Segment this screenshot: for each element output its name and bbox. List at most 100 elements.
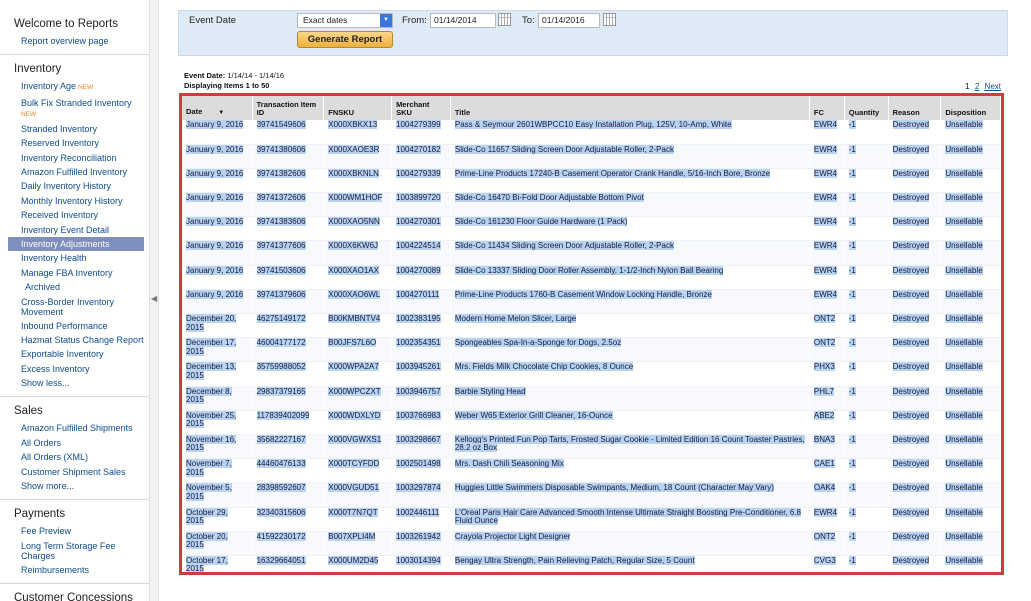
table-row[interactable]: January 9, 2016 39741377606 X000X6KW6J 1004… — [182, 240, 1001, 266]
sidebar-item-manage-fba-inventory[interactable]: Manage FBA Inventory — [14, 266, 150, 280]
sidebar-item-inventory-health[interactable]: Inventory Health — [14, 251, 150, 265]
table-row[interactable]: December 17, 2015 46004177172 B00JFS7L6O 10… — [182, 337, 1001, 363]
cell-merchant-sku: 1002446111 — [391, 507, 451, 532]
cell-fc: EWR4 — [809, 192, 845, 218]
sidebar-item-inventory-adjustments[interactable]: Inventory Adjustments — [8, 237, 144, 252]
sidebar-item-excess-inventory[interactable]: Excess Inventory — [14, 362, 150, 376]
cell-title: Modern Home Melon Slicer, Large — [450, 313, 810, 339]
chevron-left-icon[interactable]: ◀ — [151, 294, 157, 303]
chevron-down-icon[interactable]: ▼ — [380, 14, 392, 27]
sidebar-item-archived[interactable]: Archived — [14, 280, 150, 294]
column-header-title[interactable]: Title — [450, 96, 810, 120]
cell-quantity: -1 — [844, 192, 889, 218]
cell-reason: Destroyed — [888, 144, 942, 169]
sidebar-item-inventory-reconciliation[interactable]: Inventory Reconciliation — [14, 151, 150, 165]
cell-date: January 9, 2016 — [182, 192, 253, 218]
event-date-label: Event Date — [189, 15, 236, 26]
cell-reason: Destroyed — [888, 361, 942, 387]
cell-disposition: Unsellable — [940, 313, 1001, 339]
column-header-disposition[interactable]: Disposition — [940, 96, 1001, 120]
table-row[interactable]: November 16, 2015 35682227167 X000VGWXS1 10… — [182, 434, 1001, 460]
table-row[interactable]: January 9, 2016 39741503606 X000XAO1AX 1004… — [182, 265, 1001, 290]
table-row[interactable]: December 8, 2015 29837379165 X000WPCZXT 100… — [182, 386, 1001, 411]
table-row[interactable]: December 13, 2015 35759988052 X000WPA2A7 10… — [182, 361, 1001, 387]
sidebar-section-concessions: Customer Concessions — [0, 584, 150, 601]
sidebar-item-reimbursements[interactable]: Reimbursements — [14, 563, 150, 577]
sidebar-item-cross-border-movement[interactable]: Cross-Border Inventory Movement — [14, 297, 150, 317]
next-page-link[interactable]: Next — [985, 82, 1001, 91]
table-row[interactable]: January 9, 2016 39741372606 X000WM1HOF 1003… — [182, 192, 1001, 218]
sidebar-item-stranded-inventory[interactable]: Stranded Inventory — [14, 122, 150, 136]
sidebar-item-exportable-inventory[interactable]: Exportable Inventory — [14, 347, 150, 361]
cell-transaction-item-id: 39741383606 — [252, 216, 325, 242]
sidebar-item-bulk-fix-stranded[interactable]: Bulk Fix Stranded Inventory NEW — [14, 98, 150, 120]
cell-reason: Destroyed — [888, 482, 942, 508]
event-date-select[interactable]: Exact dates ▼ — [297, 13, 393, 28]
sidebar-item-hazmat-status[interactable]: Hazmat Status Change Report — [14, 335, 150, 345]
calendar-icon[interactable] — [498, 13, 511, 26]
table-row[interactable]: November 25, 2015 117839402099 X000WDXLYD 1… — [182, 410, 1001, 435]
page-link-2[interactable]: 2 — [975, 82, 979, 91]
table-row[interactable]: January 9, 2016 39741383606 X000XAO5NN 1004… — [182, 216, 1001, 242]
table-row[interactable]: January 9, 2016 39741379606 X000XAO6WL 1004… — [182, 289, 1001, 315]
sidebar-item-reserved-inventory[interactable]: Reserved Inventory — [14, 136, 150, 150]
sort-down-icon[interactable]: ▼ — [218, 110, 224, 116]
cell-fc: EWR4 — [809, 216, 845, 242]
sidebar-item-report-overview[interactable]: Report overview page — [14, 34, 150, 48]
cell-fc: PHL7 — [809, 386, 845, 411]
table-row[interactable]: January 9, 2016 39741382606 X000XBKNLN 1004… — [182, 168, 1001, 194]
sidebar-item-long-term-storage[interactable]: Long Term Storage Fee Charges — [14, 541, 150, 561]
table-row[interactable]: October 29, 2015 32340315606 X000T7N7QT 100… — [182, 507, 1001, 532]
table-row[interactable]: December 20, 2015 46275149172 B00KMBNTV4 10… — [182, 313, 1001, 339]
cell-title: Slide-Co 13337 Sliding Door Roller Assem… — [450, 265, 810, 290]
sidebar-item-customer-shipment-sales[interactable]: Customer Shipment Sales — [14, 465, 150, 479]
cell-disposition: Unsellable — [940, 240, 1001, 266]
sidebar-item-received-inventory[interactable]: Received Inventory — [14, 208, 150, 222]
cell-reason: Destroyed — [888, 337, 942, 363]
table-row[interactable]: January 9, 2016 39741549606 X000XBKX13 1004… — [182, 120, 1001, 145]
sidebar-item-inbound-performance[interactable]: Inbound Performance — [14, 319, 150, 333]
column-header-reason[interactable]: Reason — [888, 96, 942, 120]
sidebar-collapse-bar[interactable]: ◀ — [149, 0, 159, 601]
new-badge: NEW — [78, 84, 94, 92]
sidebar-item-all-orders[interactable]: All Orders — [14, 436, 150, 450]
column-header-quantity[interactable]: Quantity — [844, 96, 889, 120]
from-date-input[interactable]: 01/14/2014 — [430, 13, 496, 28]
sidebar-item-show-more[interactable]: Show more... — [14, 479, 150, 493]
generate-report-button[interactable]: Generate Report — [297, 31, 393, 48]
sidebar-item-all-orders-xml[interactable]: All Orders (XML) — [14, 450, 150, 464]
sidebar-item-daily-inventory-history[interactable]: Daily Inventory History — [14, 179, 150, 193]
column-header-transaction-item-id[interactable]: Transaction Item ID — [252, 96, 325, 120]
cell-disposition: Unsellable — [940, 410, 1001, 435]
sidebar-item-inventory-age[interactable]: Inventory Age NEW — [14, 79, 150, 95]
sidebar-item-inventory-event-detail[interactable]: Inventory Event Detail — [14, 223, 150, 237]
cell-fc: EWR4 — [809, 168, 845, 194]
sidebar-item-amazon-fulfilled-shipments[interactable]: Amazon Fulfilled Shipments — [14, 421, 150, 435]
cell-disposition: Unsellable — [940, 289, 1001, 315]
cell-quantity: -1 — [844, 337, 889, 363]
page-current: 1 — [965, 82, 970, 91]
table-row[interactable]: October 20, 2015 41592230172 B007XPLI4M 100… — [182, 531, 1001, 556]
to-date-input[interactable]: 01/14/2016 — [538, 13, 600, 28]
cell-transaction-item-id: 35759988052 — [252, 361, 325, 387]
cell-merchant-sku: 1004270301 — [391, 216, 451, 242]
column-header-fc[interactable]: FC — [809, 96, 845, 120]
column-header-fnsku[interactable]: FNSKU — [323, 96, 393, 120]
column-header-date[interactable]: Date ▼ — [182, 96, 253, 120]
cell-merchant-sku: 1003014394 — [391, 555, 451, 572]
cell-disposition: Unsellable — [940, 361, 1001, 387]
cell-fc: PHX3 — [809, 361, 845, 387]
sidebar-item-monthly-inventory-history[interactable]: Monthly Inventory History — [14, 194, 150, 208]
calendar-icon[interactable] — [603, 13, 616, 26]
table-row[interactable]: October 17, 2015 16329664051 X000UM2D45 100… — [182, 555, 1001, 572]
cell-date: December 13, 2015 — [182, 361, 253, 387]
table-row[interactable]: January 9, 2016 39741380606 X000XAOE3R 1004… — [182, 144, 1001, 169]
cell-quantity: -1 — [844, 507, 889, 532]
sidebar-item-fee-preview[interactable]: Fee Preview — [14, 524, 150, 538]
column-header-merchant-sku[interactable]: Merchant SKU — [391, 96, 451, 120]
table-row[interactable]: November 7, 2015 44460476133 X000TCYFDD 100… — [182, 458, 1001, 484]
cell-quantity: -1 — [844, 386, 889, 411]
sidebar-item-amazon-fulfilled-inventory[interactable]: Amazon Fulfilled Inventory — [14, 165, 150, 179]
sidebar-item-show-less[interactable]: Show less... — [14, 376, 150, 390]
table-row[interactable]: November 5, 2015 28398592607 X000VGUD51 100… — [182, 482, 1001, 508]
